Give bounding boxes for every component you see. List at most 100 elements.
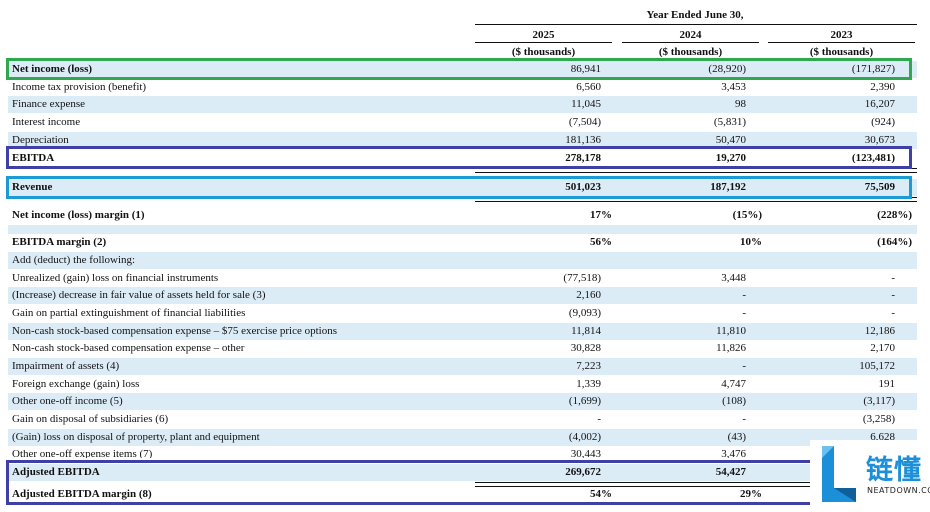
value-2024: (28,920) (708, 63, 746, 75)
watermark: 链懂 NEATDOWN.COM (810, 440, 930, 510)
value-2025: - (597, 413, 601, 425)
row-label: Finance expense (12, 98, 85, 110)
value-2023: (123,481) (851, 152, 895, 164)
year-2025-underline (475, 42, 612, 43)
value-2024: - (742, 413, 746, 425)
value-2024: - (742, 360, 746, 372)
row-disposal-ppe: (Gain) loss on disposal of property, pla… (8, 429, 917, 446)
value-2023: 16,207 (864, 98, 895, 110)
row-net-income: Net income (loss) 86,941 (28,920) (171,8… (8, 61, 917, 78)
value-2024: 3,476 (721, 448, 746, 458)
row-unrealized-loss: Unrealized (gain) loss on financial inst… (8, 270, 917, 287)
row-label: Other one-off expense items (7) (12, 448, 153, 458)
row-one-off-expense: Other one-off expense items (7) 30,443 3… (8, 446, 917, 458)
value-2023: - (891, 272, 895, 284)
value-2023: (924) (871, 116, 895, 128)
row-label: Net income (loss) (12, 63, 93, 75)
row-finance-expense: Finance expense 11,045 98 16,207 (8, 96, 917, 113)
value-2025: 30,828 (570, 342, 601, 354)
value-2025: 269,672 (565, 466, 601, 478)
value-2024: (15%) (732, 209, 762, 221)
revenue-double-rule (475, 197, 917, 202)
row-label: Gain on partial extinguishment of financ… (12, 307, 246, 319)
value-2023: 105,172 (859, 360, 895, 372)
row-sbc-options: Non-cash stock-based compensation expens… (8, 323, 917, 340)
value-2023: (171,827) (851, 63, 895, 75)
row-label: Revenue (12, 181, 53, 193)
value-2025: (9,093) (568, 307, 601, 319)
value-2025: (4,002) (568, 431, 601, 443)
row-label: EBITDA margin (2) (12, 236, 107, 248)
value-2025: 7,223 (576, 360, 601, 372)
value-2024: 54,427 (715, 466, 746, 478)
row-net-income-margin: Net income (loss) margin (1) 17% (15%) (… (8, 207, 917, 224)
value-2025: 501,023 (565, 181, 601, 193)
year-2023-header: 2023 (830, 29, 853, 41)
value-2023: (3,117) (863, 395, 895, 407)
value-2023: 191 (878, 378, 896, 390)
row-one-off-income: Other one-off income (5) (1,699) (108) (… (8, 393, 917, 410)
value-2023: - (891, 307, 895, 319)
watermark-text: 链懂 (866, 455, 922, 486)
period-header: Year Ended June 30, (646, 9, 744, 21)
row-label: Income tax provision (benefit) (12, 81, 147, 93)
watermark-logo-icon (822, 446, 856, 502)
row-spacer (8, 225, 917, 234)
year-2023-underline (768, 42, 915, 43)
value-2024: 4,747 (721, 378, 746, 390)
value-2025: 181,136 (565, 134, 601, 146)
row-label: Depreciation (12, 134, 69, 146)
row-label: EBITDA (12, 152, 55, 164)
financial-table-page: Year Ended June 30, 2025 2024 2023 ($ th… (0, 0, 930, 512)
period-underline (475, 24, 917, 25)
row-label: Non-cash stock-based compensation expens… (12, 325, 338, 337)
year-2025-header: 2025 (532, 29, 555, 41)
value-2023: 30,673 (864, 134, 895, 146)
value-2024: (43) (727, 431, 746, 443)
value-2025: 54% (590, 488, 612, 500)
row-assets-held-for-sale: (Increase) decrease in fair value of ass… (8, 287, 917, 304)
value-2024: 29% (740, 488, 762, 500)
value-2025: 278,178 (565, 152, 601, 164)
watermark-subtext: NEATDOWN.COM (867, 486, 930, 495)
row-label: Add (deduct) the following: (12, 254, 136, 266)
row-adjusted-ebitda-margin: Adjusted EBITDA margin (8) 54% 29% (8, 486, 917, 503)
row-label: Adjusted EBITDA (12, 466, 100, 478)
value-2024: 11,826 (716, 342, 746, 354)
value-2025: 1,339 (576, 378, 601, 390)
row-label: (Increase) decrease in fair value of ass… (12, 289, 266, 301)
value-2025: (7,504) (568, 116, 601, 128)
value-2024: (108) (722, 395, 746, 407)
value-2024: 98 (735, 98, 746, 110)
value-2025: 56% (590, 236, 612, 248)
value-2024: 3,448 (721, 272, 746, 284)
row-label: Foreign exchange (gain) loss (12, 378, 140, 390)
value-2024: 10% (740, 236, 762, 248)
value-2025: (1,699) (568, 395, 601, 407)
row-income-tax: Income tax provision (benefit) 6,560 3,4… (8, 79, 917, 96)
row-label: Interest income (12, 116, 81, 128)
value-2025: 30,443 (570, 448, 601, 458)
value-2024: - (742, 289, 746, 301)
value-2024: 11,810 (716, 325, 746, 337)
value-2025: 11,045 (571, 98, 601, 110)
value-2025: (77,518) (563, 272, 601, 284)
value-2025: 6,560 (576, 81, 601, 93)
value-2024: - (742, 307, 746, 319)
value-2023: 2,170 (870, 342, 895, 354)
value-2024: 50,470 (715, 134, 746, 146)
row-ebitda-margin: EBITDA margin (2) 56% 10% (164%) (8, 234, 917, 251)
row-disposal-subsidiaries: Gain on disposal of subsidiaries (6) - -… (8, 411, 917, 428)
unit-2024-header: ($ thousands) (658, 46, 723, 58)
row-adjusted-ebitda: Adjusted EBITDA 269,672 54,427 (8, 464, 917, 481)
row-label: Gain on disposal of subsidiaries (6) (12, 413, 169, 425)
row-label: Impairment of assets (4) (12, 360, 120, 372)
value-2023: 75,509 (864, 181, 895, 193)
value-2025: 11,814 (571, 325, 601, 337)
value-2024: (5,831) (713, 116, 746, 128)
value-2025: 17% (590, 209, 612, 221)
year-2024-underline (622, 42, 759, 43)
row-label: Unrealized (gain) loss on financial inst… (12, 272, 219, 284)
value-2023: 2,390 (870, 81, 895, 93)
row-interest-income: Interest income (7,504) (5,831) (924) (8, 114, 917, 131)
